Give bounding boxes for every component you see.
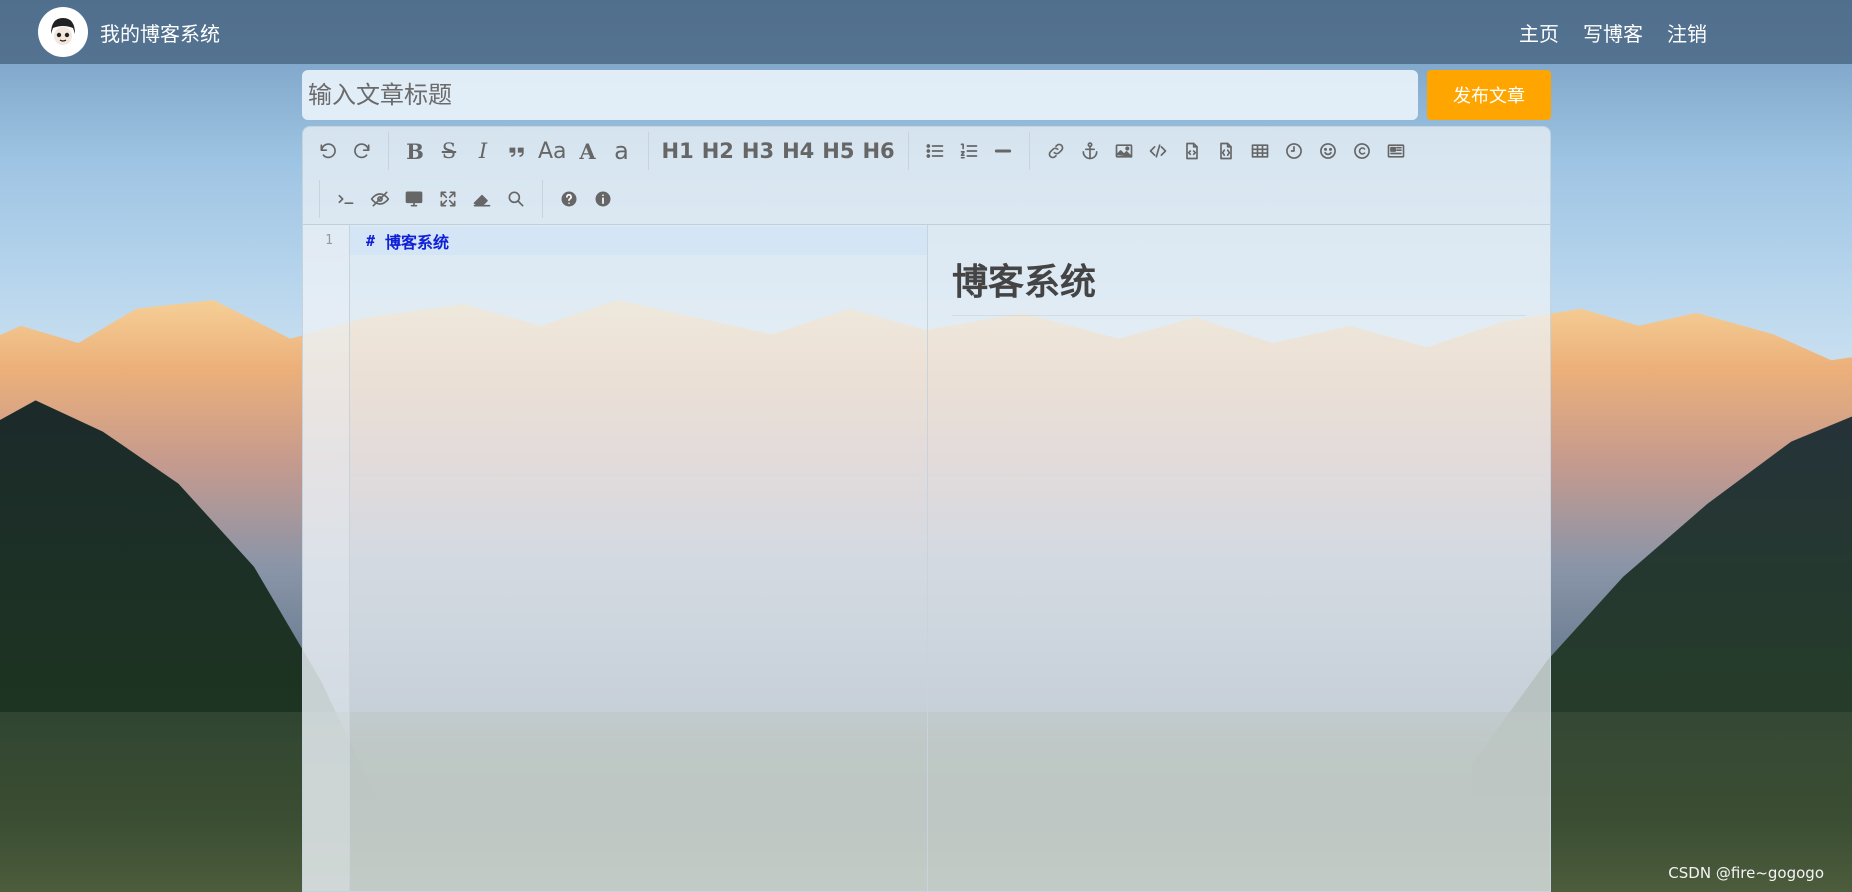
preformatted-code-icon[interactable] bbox=[1175, 131, 1209, 171]
toolbar-divider bbox=[388, 132, 389, 170]
list-ul-icon[interactable] bbox=[918, 131, 952, 171]
article-title-input[interactable] bbox=[302, 70, 1418, 120]
anchor-icon[interactable] bbox=[1073, 131, 1107, 171]
nav-link-home[interactable]: 主页 bbox=[1519, 18, 1559, 47]
uppercase-icon[interactable]: Aa bbox=[534, 131, 571, 171]
editor-toolbar: B S I Aa A a H1 H2 H3 H4 H5 H6 bbox=[303, 127, 1550, 225]
code-line[interactable]: # 博客系统 bbox=[350, 227, 927, 255]
italic-icon[interactable]: I bbox=[466, 131, 500, 171]
markdown-editor: B S I Aa A a H1 H2 H3 H4 H5 H6 1 # 博客系统 … bbox=[302, 126, 1551, 892]
strikethrough-icon[interactable]: S bbox=[432, 131, 466, 171]
code-line-text: 博客系统 bbox=[385, 233, 450, 252]
table-icon[interactable] bbox=[1243, 131, 1277, 171]
code-block-icon[interactable] bbox=[1209, 131, 1243, 171]
info-icon[interactable] bbox=[586, 179, 620, 219]
pagebreak-icon[interactable] bbox=[1379, 131, 1413, 171]
publish-article-button[interactable]: 发布文章 bbox=[1427, 70, 1551, 120]
toolbar-row-2 bbox=[319, 179, 620, 219]
quote-icon[interactable] bbox=[500, 131, 534, 171]
avatar-face-icon bbox=[44, 13, 82, 51]
redo-icon[interactable] bbox=[345, 131, 379, 171]
toolbar-row-1: B S I Aa A a H1 H2 H3 H4 H5 H6 bbox=[311, 131, 1413, 171]
nav-link-logout[interactable]: 注销 bbox=[1667, 18, 1707, 47]
undo-icon[interactable] bbox=[311, 131, 345, 171]
help-icon[interactable] bbox=[552, 179, 586, 219]
clear-icon[interactable] bbox=[465, 179, 499, 219]
fullscreen-icon[interactable] bbox=[431, 179, 465, 219]
watch-toggle-icon[interactable] bbox=[363, 179, 397, 219]
top-nav: 我的博客系统 主页 写博客 注销 bbox=[0, 0, 1852, 64]
markdown-source-pane[interactable]: # 博客系统 bbox=[350, 225, 928, 891]
code-icon[interactable] bbox=[1141, 131, 1175, 171]
image-icon[interactable] bbox=[1107, 131, 1141, 171]
terminal-icon[interactable] bbox=[329, 179, 363, 219]
heading-hash: # bbox=[366, 232, 376, 250]
brand-title: 我的博客系统 bbox=[100, 21, 220, 46]
line-number-gutter: 1 bbox=[303, 225, 350, 891]
lowercase-icon[interactable]: a bbox=[605, 131, 639, 171]
markdown-preview-pane: 博客系统 bbox=[928, 225, 1550, 891]
nav-links: 主页 写博客 注销 bbox=[1519, 18, 1707, 47]
heading-2-button[interactable]: H2 bbox=[698, 131, 738, 171]
link-icon[interactable] bbox=[1039, 131, 1073, 171]
search-icon[interactable] bbox=[499, 179, 533, 219]
avatar[interactable] bbox=[38, 7, 88, 57]
toolbar-divider bbox=[542, 180, 543, 218]
heading-3-button[interactable]: H3 bbox=[738, 131, 778, 171]
toolbar-divider bbox=[907, 132, 909, 170]
datetime-icon[interactable] bbox=[1277, 131, 1311, 171]
list-ol-icon[interactable] bbox=[952, 131, 986, 171]
watermark: CSDN @fire~gogogo bbox=[1668, 864, 1824, 882]
hr-icon[interactable] bbox=[986, 131, 1020, 171]
bold-icon[interactable]: B bbox=[398, 131, 432, 171]
heading-4-button[interactable]: H4 bbox=[778, 131, 818, 171]
editor-panes: 1 # 博客系统 博客系统 bbox=[303, 225, 1550, 891]
preview-icon[interactable] bbox=[397, 179, 431, 219]
toolbar-divider bbox=[1028, 132, 1030, 170]
heading-6-button[interactable]: H6 bbox=[858, 131, 898, 171]
ucwords-icon[interactable]: A bbox=[571, 131, 605, 171]
nav-link-write-blog[interactable]: 写博客 bbox=[1583, 18, 1643, 47]
toolbar-divider bbox=[647, 132, 649, 170]
emoji-icon[interactable] bbox=[1311, 131, 1345, 171]
heading-5-button[interactable]: H5 bbox=[818, 131, 858, 171]
toolbar-divider bbox=[319, 180, 320, 218]
preview-heading: 博客系统 bbox=[952, 253, 1526, 316]
html-entities-icon[interactable] bbox=[1345, 131, 1379, 171]
line-number: 1 bbox=[325, 233, 333, 248]
heading-1-button[interactable]: H1 bbox=[658, 131, 698, 171]
